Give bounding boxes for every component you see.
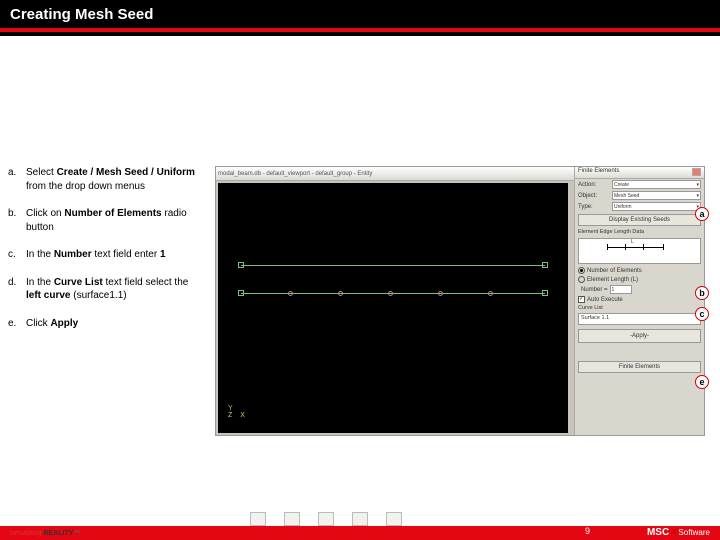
- edge-data-label: Element Edge Length Data: [575, 228, 704, 236]
- window-title: modal_beam.db - default_viewport - defau…: [218, 171, 372, 177]
- callout-e: e: [695, 375, 709, 389]
- tagline: simulating REALITY™: [10, 530, 80, 537]
- panel-close-icon[interactable]: [692, 168, 701, 176]
- type-label: Type:: [578, 204, 610, 210]
- graphics-viewport[interactable]: YZX: [218, 183, 568, 433]
- object-select[interactable]: Mesh Seed: [612, 191, 701, 200]
- slide-title: Creating Mesh Seed: [10, 6, 153, 23]
- action-label: Action:: [578, 182, 610, 188]
- footer-icon: [284, 512, 300, 526]
- step-d: d. In the Curve List text field select t…: [8, 276, 199, 303]
- geometry: [238, 265, 548, 295]
- footer-icon: [386, 512, 402, 526]
- finite-elements-button[interactable]: Finite Elements: [578, 361, 701, 373]
- object-label: Object:: [578, 193, 610, 199]
- footer-icons: [250, 512, 402, 526]
- callout-a: a: [695, 207, 709, 221]
- elem-length-radio[interactable]: [578, 276, 585, 283]
- panel-titlebar[interactable]: Finite Elements: [575, 167, 704, 179]
- step-b: b. Click on Number of Elements radio but…: [8, 207, 199, 234]
- footer-icon: [250, 512, 266, 526]
- footer-icon: [352, 512, 368, 526]
- callout-c: c: [695, 307, 709, 321]
- step-e: e. Click Apply: [8, 317, 199, 331]
- auto-execute-label: Auto Execute: [587, 297, 623, 303]
- page-number: 9: [585, 526, 590, 536]
- number-input[interactable]: 1: [610, 285, 632, 294]
- instruction-steps: a. Select Create / Mesh Seed / Uniform f…: [0, 36, 205, 496]
- elem-length-label: Element Length (L): [587, 277, 638, 283]
- msc-logo: MSC✕Software: [647, 525, 710, 538]
- screenshot-area: modal_beam.db - default_viewport - defau…: [205, 36, 720, 496]
- type-select[interactable]: Uniform: [612, 202, 701, 211]
- slide-header: Creating Mesh Seed: [0, 0, 720, 36]
- axis-triad: YZX: [228, 405, 245, 419]
- num-elements-label: Number of Elements: [587, 268, 642, 274]
- apply-button[interactable]: -Apply-: [578, 329, 701, 343]
- curve-list-label: Curve List: [575, 304, 704, 312]
- edge-diagram: L: [578, 238, 701, 264]
- slide-body: a. Select Create / Mesh Seed / Uniform f…: [0, 36, 720, 496]
- step-a: a. Select Create / Mesh Seed / Uniform f…: [8, 166, 199, 193]
- app-window: modal_beam.db - default_viewport - defau…: [215, 166, 705, 436]
- curve-list-input[interactable]: Surface 1.1: [578, 313, 701, 325]
- callout-b: b: [695, 286, 709, 300]
- slide-footer: simulating REALITY™ 9 MSC✕Software: [0, 502, 720, 540]
- footer-icon: [318, 512, 334, 526]
- action-select[interactable]: Create: [612, 180, 701, 189]
- step-c: c. In the Number text field enter 1: [8, 248, 199, 262]
- finite-elements-panel: Finite Elements Action: Create Object: M…: [574, 167, 704, 435]
- auto-execute-checkbox[interactable]: [578, 296, 585, 303]
- number-label: Number =: [581, 287, 608, 293]
- display-seeds-button[interactable]: Display Existing Seeds: [578, 214, 701, 226]
- num-elements-radio[interactable]: [578, 267, 585, 274]
